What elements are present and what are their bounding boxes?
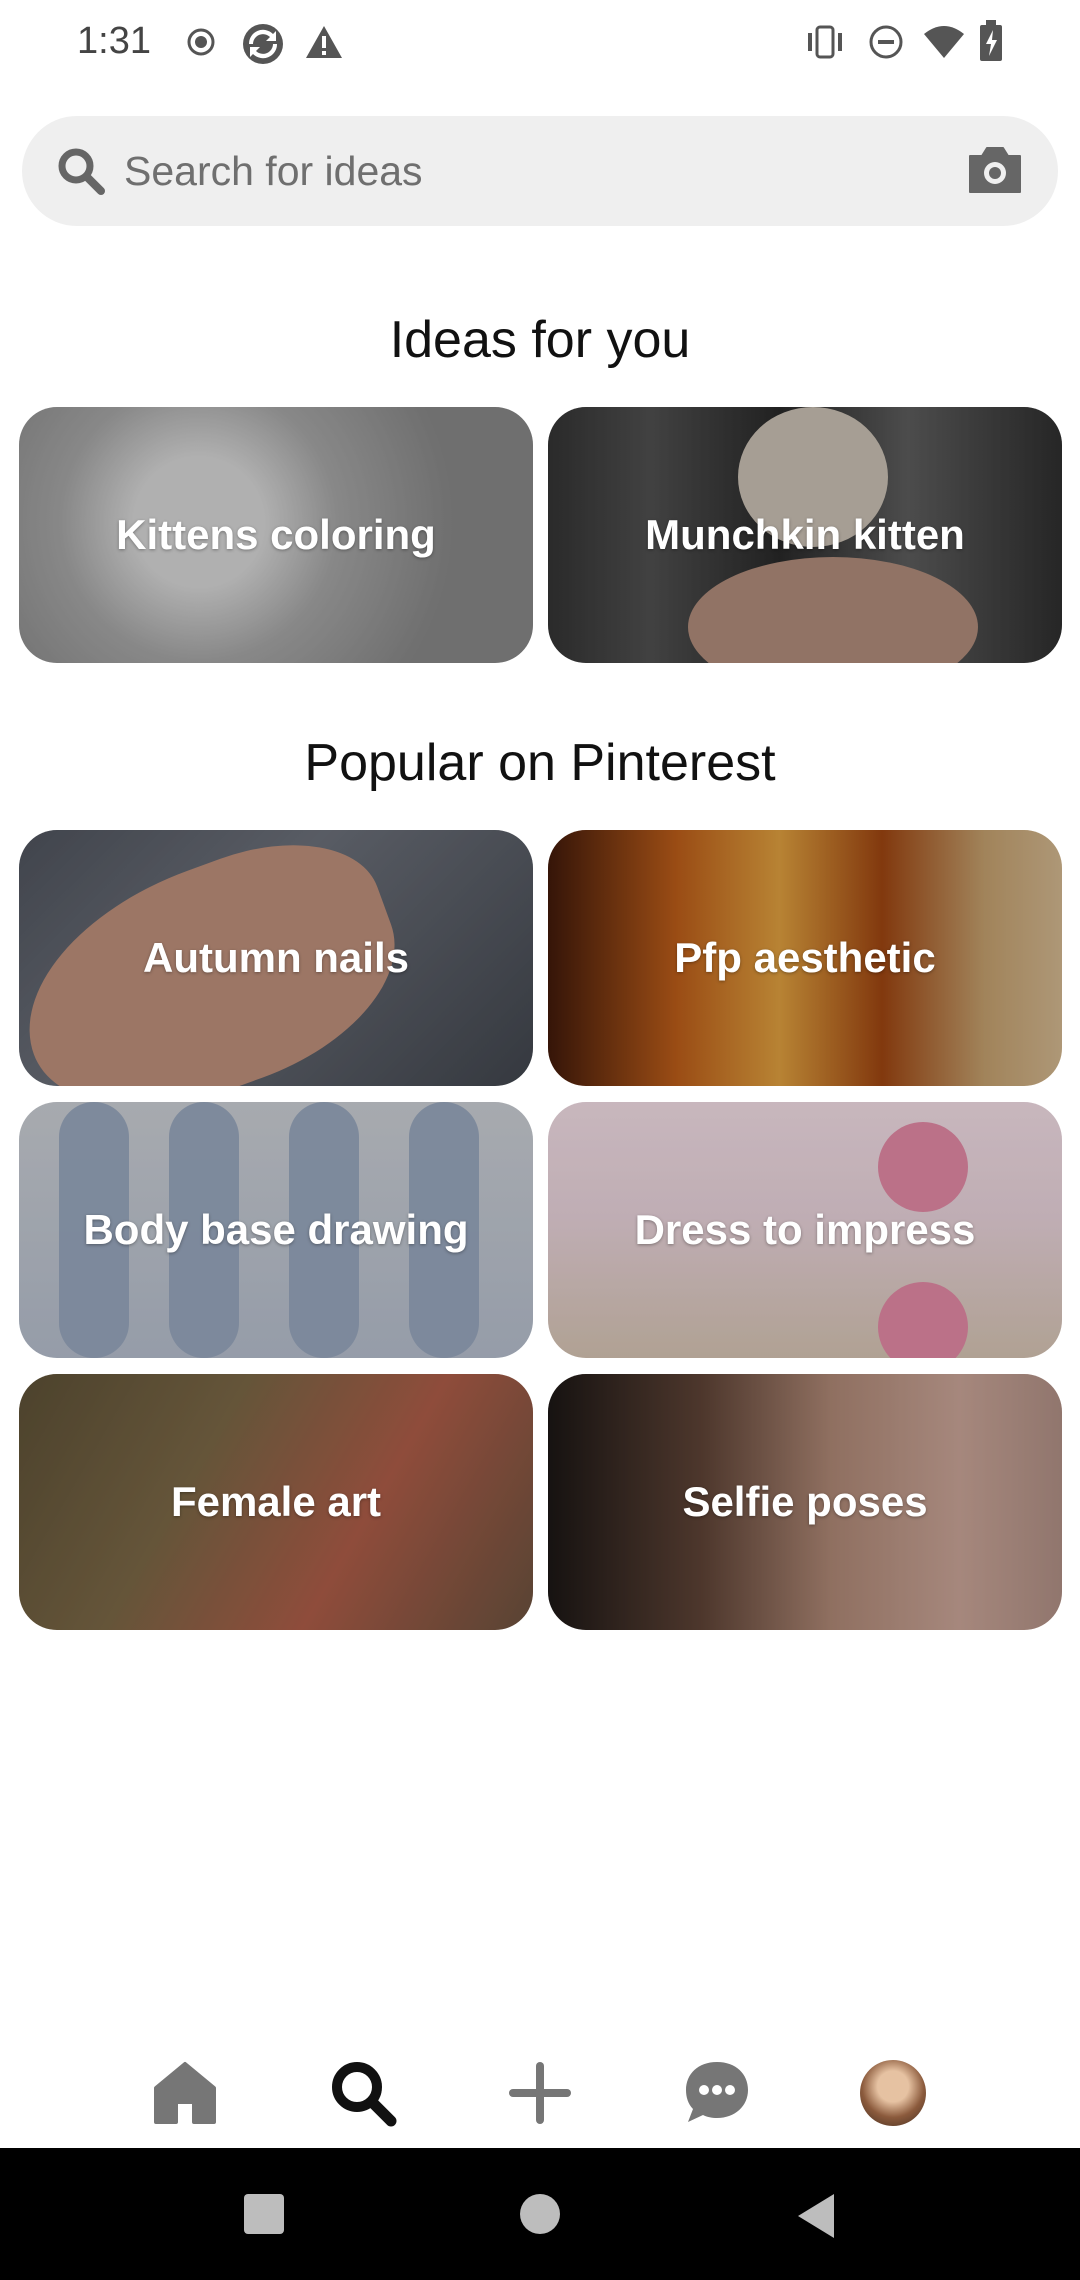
- ideas-section-title: Ideas for you: [389, 311, 691, 369]
- card-label: Body base drawing: [83, 1206, 469, 1253]
- dnd-icon: [869, 25, 903, 59]
- wifi-icon: [924, 26, 964, 58]
- back-button[interactable]: [794, 2192, 838, 2240]
- home-icon: [154, 2062, 216, 2124]
- nav-home[interactable]: [140, 2048, 230, 2138]
- profile-avatar: [860, 2060, 926, 2126]
- popular-card-female-art[interactable]: Female art: [19, 1374, 533, 1630]
- camera-icon[interactable]: [966, 144, 1024, 196]
- warning-icon: [306, 26, 342, 58]
- status-bar: 1:31: [0, 0, 1080, 88]
- popular-card-autumn-nails[interactable]: Autumn nails: [19, 830, 533, 1086]
- vibrate-icon: [808, 25, 842, 59]
- popular-card-dress-to-impress[interactable]: Dress to impress: [548, 1102, 1062, 1358]
- card-label: Selfie poses: [682, 1478, 928, 1525]
- popular-card-pfp-aesthetic[interactable]: Pfp aesthetic: [548, 830, 1062, 1086]
- card-label: Pfp aesthetic: [674, 934, 936, 981]
- popular-card-body-base-drawing[interactable]: Body base drawing: [19, 1102, 533, 1358]
- create-icon: [509, 2062, 571, 2124]
- card-label: Kittens coloring: [116, 511, 436, 558]
- nav-profile[interactable]: [848, 2048, 938, 2138]
- system-nav-bar: [0, 2148, 1080, 2280]
- idea-card-kittens-coloring[interactable]: Kittens coloring: [19, 407, 533, 663]
- search-bar[interactable]: [22, 116, 1058, 226]
- card-label: Female art: [170, 1478, 382, 1525]
- nav-create[interactable]: [495, 2048, 585, 2138]
- popular-section-title: Popular on Pinterest: [304, 734, 776, 792]
- search-input[interactable]: [124, 136, 944, 206]
- recents-button[interactable]: [242, 2192, 286, 2236]
- sync-icon: [243, 24, 283, 64]
- battery-icon: [980, 20, 1002, 61]
- idea-card-munchkin-kitten[interactable]: Munchkin kitten: [548, 407, 1062, 663]
- home-button[interactable]: [518, 2192, 562, 2236]
- nav-messages[interactable]: [672, 2048, 762, 2138]
- search-icon: [58, 148, 105, 195]
- bottom-nav: [0, 2028, 1080, 2160]
- card-label: Autumn nails: [142, 934, 409, 981]
- status-time: 1:31: [77, 20, 151, 62]
- card-label: Munchkin kitten: [645, 511, 965, 558]
- nav-search[interactable]: [318, 2048, 408, 2138]
- messages-icon: [686, 2062, 748, 2122]
- search-icon: [332, 2062, 397, 2127]
- card-label: Dress to impress: [634, 1206, 976, 1253]
- popular-card-selfie-poses[interactable]: Selfie poses: [548, 1374, 1062, 1630]
- record-icon: [187, 28, 215, 56]
